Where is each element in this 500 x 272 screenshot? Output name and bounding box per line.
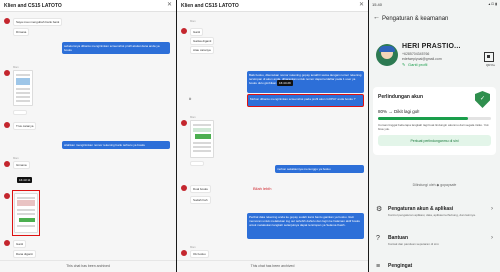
message-bubble: Ganti: [190, 28, 204, 36]
message-bubble: Sudah hah: [190, 196, 211, 204]
protection-progress-bar: [378, 117, 491, 120]
protected-by-label: Dilindungi oleh ◆ gopaysafe: [412, 183, 457, 187]
qr-label: QR Ku: [485, 63, 495, 67]
gear-icon: ⚙: [376, 206, 383, 213]
close-icon[interactable]: ✕: [167, 2, 172, 9]
chat-title: Klien and CS15 LATOTO: [181, 3, 239, 9]
sender-label: Klien: [13, 157, 19, 160]
shield-icon: ✓: [475, 91, 490, 108]
chat-header: Klien and CS15 LATOTO ✕: [177, 0, 368, 12]
chat-panel-middle: Klien and CS15 LATOTO ✕ Klien Ganti Gati…: [176, 0, 369, 272]
strengthen-protection-button[interactable]: Perkuat perlindunganmu di sini: [378, 135, 491, 146]
message-bubble: Dual bosku: [190, 185, 212, 193]
chat-title: Klien and CS15 LATOTO: [4, 3, 62, 9]
close-icon[interactable]: ✕: [359, 2, 364, 9]
avatar: [181, 185, 187, 191]
agent-message-highlighted: Mohon dibantu mengirimkan screenshot pad…: [247, 94, 364, 107]
menu-item-help[interactable]: ? Bantuan Kontak dan panduan seputaran d…: [373, 232, 496, 256]
status-bar: 15.40 ▴ ⊡ ▮: [369, 0, 500, 9]
back-arrow-icon[interactable]: ←: [373, 14, 380, 21]
profile-phone: +6285704345766: [402, 52, 430, 56]
timestamp-tooltip: 16:43:11: [17, 177, 33, 183]
archived-notice: This chat has been archived: [66, 264, 110, 268]
status-icons: ▴ ⊡ ▮: [488, 2, 497, 6]
status-time: 15.40: [372, 2, 383, 7]
screenshot-attachment[interactable]: [14, 193, 38, 233]
sender-label: Klien: [190, 246, 196, 249]
sender-label: Klien: [190, 20, 196, 23]
edit-icon: ✎: [402, 62, 406, 67]
avatar: [4, 193, 10, 199]
list-icon: ≡: [376, 263, 381, 270]
message-bubble: Ok bosku: [190, 250, 209, 258]
agent-message: silahkan mengirimkan nomor rekening bank…: [62, 141, 170, 149]
phone-screen: 15.40 ▴ ⊡ ▮ ← Pengaturan & keamanan HERI…: [369, 0, 500, 272]
chat-footer: This chat has been archived: [177, 260, 368, 272]
message-bubble: Gimana: [13, 161, 30, 169]
avatar: [181, 250, 187, 256]
chat-footer: This chat has been archived: [0, 260, 176, 272]
screenshot-attachment[interactable]: [13, 70, 33, 106]
protection-description: Cuman tinggal beberapa langkah lagi buat…: [378, 123, 489, 132]
menu-item-subtitle: Kontrol pengaturan aplikasi, data, aplik…: [388, 213, 476, 217]
menu-item-title: Bantuan: [388, 235, 408, 241]
message-bubble: Atau caranya: [190, 46, 214, 54]
cursor-marker: #: [189, 96, 192, 101]
avatar: [4, 70, 10, 76]
message-bubble: Gatisa diganti: [190, 37, 215, 45]
protection-progress-fill: [378, 117, 469, 120]
page-header: ← Pengaturan & keamanan: [369, 12, 500, 26]
agent-message: sebelumnya dibantu mengirimkan screensho…: [62, 42, 170, 54]
profile-name: HERI PRASTIO...: [402, 43, 461, 50]
agent-message: mohon sekaliannya menunggu ya bosku: [275, 165, 364, 173]
message-bubble: Saya mau mengubah bank bank: [13, 18, 63, 26]
avatar: [4, 240, 10, 246]
menu-item-account-settings[interactable]: ⚙ Pengaturan akun & aplikasi Kontrol pen…: [373, 203, 496, 227]
avatar: [376, 44, 398, 66]
edit-profile-link[interactable]: Ganti profil: [408, 62, 427, 67]
archived-notice: This chat has been archived: [250, 264, 295, 268]
chevron-right-icon: ›: [491, 206, 493, 212]
menu-item-title: Pengaturan akun & aplikasi: [388, 206, 454, 212]
sender-label: Klien: [13, 66, 19, 69]
screenshot-attachment[interactable]: [190, 120, 214, 158]
avatar: [4, 122, 10, 128]
chat-header: Klien and CS15 LATOTO ✕: [0, 0, 176, 12]
qr-code-icon[interactable]: [484, 52, 494, 62]
strengthen-protection-label: Perkuat perlindunganmu di sini: [410, 138, 459, 143]
chat-panel-left: Klien and CS15 LATOTO ✕ Saya mau menguba…: [0, 0, 176, 272]
chevron-right-icon: ›: [491, 235, 493, 241]
message-bubble: Dana diganti: [13, 250, 36, 258]
message-bubble: Ganti: [13, 240, 27, 248]
profile-section[interactable]: HERI PRASTIO... +6285704345766 edelwepiy…: [369, 30, 500, 85]
help-icon: ?: [376, 235, 380, 242]
sender-label: Klien: [190, 116, 196, 119]
attachment-caption: [190, 161, 204, 166]
protection-percent: 80% → Dikit lagi gol!: [378, 109, 420, 114]
menu-item-title: Pengingat: [388, 263, 413, 269]
avatar: [181, 120, 187, 126]
annotation-note: Bilah lebih: [253, 186, 272, 191]
menu-item-subtitle: Kontak dan panduan seputaran di sini.: [388, 242, 440, 246]
timestamp-tooltip: 16:44:29: [277, 80, 293, 86]
account-protection-card: Perlindungan akun ✓ 80% → Dikit lagi gol…: [373, 87, 496, 155]
page-title: Pengaturan & keamanan: [382, 16, 449, 22]
message-bubble: Dimana: [13, 28, 30, 36]
protection-title: Perlindungan akun: [378, 94, 424, 100]
agent-message: Baik bosku, ditemukan nomor rekening gop…: [247, 71, 364, 93]
attachment-caption: [13, 110, 27, 115]
avatar: [4, 18, 10, 24]
avatar: [181, 28, 187, 34]
menu-item-reminder[interactable]: ≡ Pengingat: [373, 260, 496, 272]
agent-message: Perihal data rekening anda ke gopay suda…: [247, 213, 364, 239]
message-bubble: Trus caranya: [13, 122, 37, 130]
profile-email: edelwepiyoai@gmail.com: [402, 57, 442, 61]
avatar: [4, 161, 10, 167]
